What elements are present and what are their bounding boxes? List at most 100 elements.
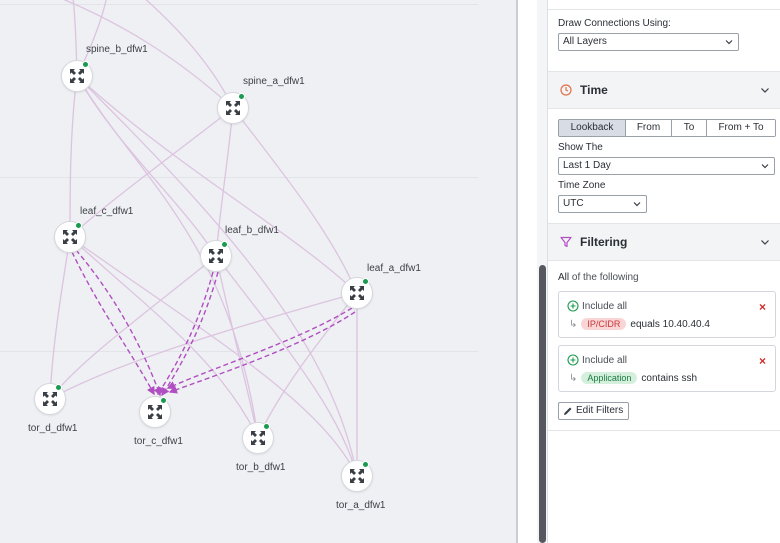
filter-rule: Include all × ↳ Application contains ssh [558,345,776,392]
draw-connections-value: All Layers [563,36,607,47]
status-dot [82,61,89,68]
switch-icon [63,230,77,244]
node-label-tor-c: tor_c_dfw1 [134,436,183,447]
filter-rule: Include all × ↳ IP/CIDR equals 10.40.40.… [558,291,776,338]
filter-operator: equals [630,318,660,330]
pencil-icon [564,407,572,415]
settings-panel: Draw Connections Using: All Layers Time … [548,0,780,543]
chevron-down-icon [725,40,733,45]
highlighted-edge [168,311,356,394]
node-label-tor-b: tor_b_dfw1 [236,462,286,473]
lookback-value: Last 1 Day [563,160,611,171]
node-label-spine-a: spine_a_dfw1 [243,76,305,87]
node-label-tor-d: tor_d_dfw1 [28,423,78,434]
filtering-section-header[interactable]: Filtering [548,223,780,261]
section-divider [548,430,780,431]
remove-rule-button[interactable]: × [759,300,766,314]
edge [145,0,234,109]
time-section-title: Time [580,83,608,97]
node-label-leaf-c: leaf_c_dfw1 [80,206,134,217]
filtering-section-title: Filtering [580,235,628,249]
status-dot [75,222,82,229]
nested-arrow-icon: ↳ [569,318,578,330]
switch-icon [43,392,57,406]
filter-icon [560,236,572,248]
lookback-select[interactable]: Last 1 Day [558,157,775,175]
filter-rule-include: Include all [582,354,628,366]
status-dot [238,93,245,100]
node-label-leaf-a: leaf_a_dfw1 [367,263,421,274]
filter-rule-include: Include all [582,300,628,312]
panel-top-edge [548,0,780,10]
status-dot [362,278,369,285]
switch-icon [251,431,265,445]
switch-icon [209,249,223,263]
time-section-header[interactable]: Time [548,71,780,109]
status-dot [55,384,62,391]
time-mode-from[interactable]: From [626,120,672,136]
switch-node-tor-c[interactable] [139,396,171,428]
status-dot [221,241,228,248]
highlighted-edge [157,271,214,396]
switch-icon [350,469,364,483]
switch-node-leaf-b[interactable] [200,240,232,272]
filter-operator: contains [641,372,679,384]
switch-node-tor-a[interactable] [341,460,373,492]
switch-icon [70,69,84,83]
switch-icon [148,405,162,419]
edit-filters-button[interactable]: Edit Filters [558,402,630,420]
switch-node-leaf-a[interactable] [341,277,373,309]
switch-node-spine-a[interactable] [217,92,249,124]
topology-canvas[interactable]: spine_b_dfw1 spine_a_dfw1 leaf_c_dfw1 le… [0,0,516,543]
time-zone-select[interactable]: UTC [558,195,647,213]
switch-icon [350,286,364,300]
switch-node-tor-b[interactable] [242,422,274,454]
status-dot [160,397,167,404]
edge [257,292,358,439]
plus-circle-icon [567,300,579,312]
show-the-label: Show The [558,142,603,153]
switch-icon [226,101,240,115]
edge [49,236,71,400]
node-label-tor-a: tor_a_dfw1 [336,500,386,511]
filter-value: ssh [681,372,698,384]
plus-circle-icon [567,354,579,366]
edge [76,75,217,257]
draw-connections-label: Draw Connections Using: [558,18,671,29]
edge [69,75,78,238]
time-mode-from-to[interactable]: From + To [707,120,775,136]
time-zone-label: Time Zone [558,180,606,191]
chevron-down-icon [761,88,769,93]
switch-node-leaf-c[interactable] [54,221,86,253]
edge [69,236,358,477]
clock-icon [560,84,572,96]
filter-field-badge: Application [581,372,638,384]
edge [69,107,234,238]
switch-node-spine-b[interactable] [61,60,93,92]
nested-arrow-icon: ↳ [569,372,578,384]
remove-rule-button[interactable]: × [759,354,766,368]
filter-value: 10.40.40.4 [662,318,710,330]
draw-connections-select[interactable]: All Layers [558,33,739,51]
panel-resize-handle[interactable] [516,0,518,543]
chevron-down-icon [761,240,769,245]
panel-scrollbar-thumb[interactable] [539,265,546,543]
time-mode-toggle: Lookback From To From + To [558,119,776,137]
time-mode-to[interactable]: To [672,120,707,136]
time-zone-value: UTC [563,198,584,209]
switch-node-tor-d[interactable] [34,383,66,415]
highlighted-edge [71,251,155,396]
status-dot [263,423,270,430]
filter-match-all[interactable]: All [558,272,569,283]
edit-filters-label: Edit Filters [576,405,624,416]
node-label-spine-b: spine_b_dfw1 [86,44,148,55]
chevron-down-icon [633,202,641,207]
highlighted-edge [161,271,219,397]
node-label-leaf-b: leaf_b_dfw1 [225,225,279,236]
time-mode-lookback[interactable]: Lookback [559,120,626,136]
edge [49,255,217,400]
chevron-down-icon [761,164,769,169]
filter-field-badge: IP/CIDR [581,318,627,330]
filter-match-suffix: of the following [571,272,639,283]
filter-match-text: All of the following [558,272,639,283]
